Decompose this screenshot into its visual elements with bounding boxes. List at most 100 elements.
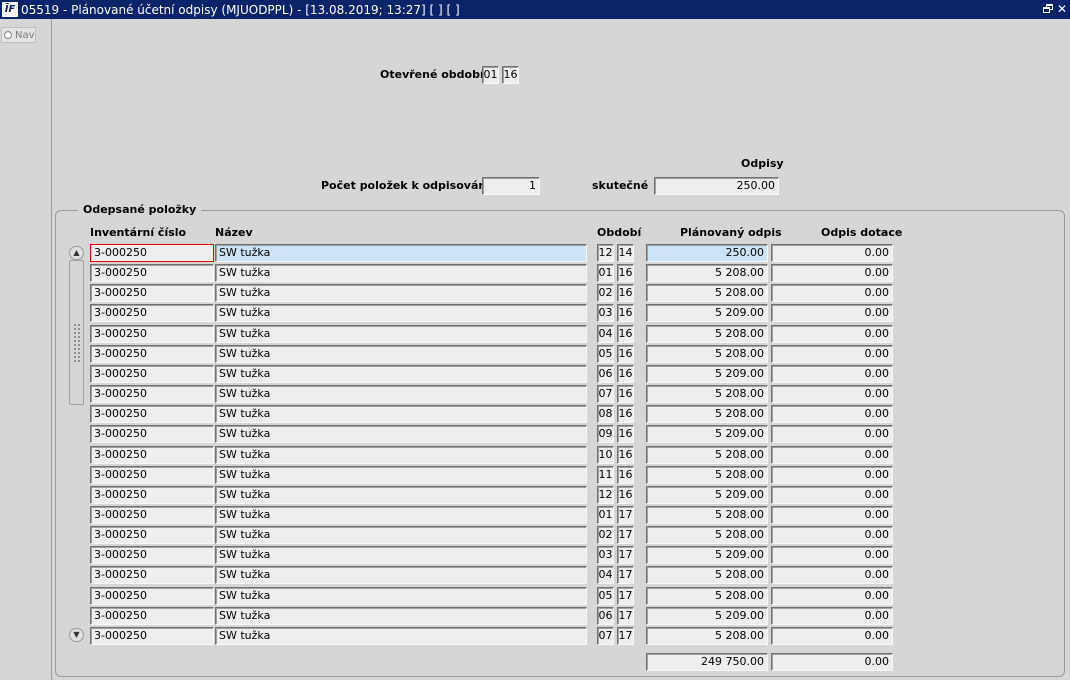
period-year-field[interactable]: 16: [617, 385, 634, 404]
item-name-field[interactable]: SW tužka: [215, 526, 587, 545]
period-month-field[interactable]: 07: [597, 626, 614, 645]
item-name-field[interactable]: SW tužka: [215, 385, 587, 404]
inventory-number-field[interactable]: 3-000250: [90, 364, 214, 383]
inventory-number-field[interactable]: 3-000250: [90, 626, 214, 645]
period-year-field[interactable]: 16: [617, 344, 634, 363]
planned-depreciation-field[interactable]: 5 208.00: [646, 324, 768, 343]
inventory-number-field[interactable]: 3-000250: [90, 304, 214, 323]
period-year-field[interactable]: 16: [617, 324, 634, 343]
subsidy-depreciation-field[interactable]: 0.00: [771, 606, 893, 625]
nav-tab[interactable]: Nav: [1, 27, 36, 43]
period-month-field[interactable]: 02: [597, 526, 614, 545]
period-year-field[interactable]: 17: [617, 546, 634, 565]
inventory-number-field[interactable]: 3-000250: [90, 606, 214, 625]
inventory-number-field[interactable]: 3-000250: [90, 385, 214, 404]
subsidy-depreciation-field[interactable]: 0.00: [771, 304, 893, 323]
subsidy-depreciation-field[interactable]: 0.00: [771, 626, 893, 645]
period-month-field[interactable]: 06: [597, 606, 614, 625]
period-month-field[interactable]: 03: [597, 304, 614, 323]
period-year-field[interactable]: 17: [617, 526, 634, 545]
inventory-number-field[interactable]: 3-000250: [90, 264, 214, 283]
inventory-number-field[interactable]: 3-000250: [90, 586, 214, 605]
item-name-field[interactable]: SW tužka: [215, 445, 587, 464]
period-month-field[interactable]: 06: [597, 364, 614, 383]
item-count-field[interactable]: 1: [482, 177, 540, 195]
subsidy-depreciation-field[interactable]: 0.00: [771, 465, 893, 484]
open-period-year-field[interactable]: 16: [502, 66, 519, 84]
restore-window-icon[interactable]: [1043, 4, 1054, 14]
inventory-number-field[interactable]: 3-000250: [90, 324, 214, 343]
subsidy-depreciation-field[interactable]: 0.00: [771, 566, 893, 585]
item-name-field[interactable]: SW tužka: [215, 324, 587, 343]
period-month-field[interactable]: 09: [597, 425, 614, 444]
period-year-field[interactable]: 16: [617, 465, 634, 484]
period-month-field[interactable]: 05: [597, 344, 614, 363]
inventory-number-field[interactable]: 3-000250: [90, 566, 214, 585]
planned-depreciation-field[interactable]: 5 209.00: [646, 606, 768, 625]
planned-depreciation-field[interactable]: 5 208.00: [646, 626, 768, 645]
period-year-field[interactable]: 16: [617, 445, 634, 464]
period-month-field[interactable]: 01: [597, 505, 614, 524]
period-year-field[interactable]: 16: [617, 304, 634, 323]
period-month-field[interactable]: 11: [597, 465, 614, 484]
subsidy-depreciation-field[interactable]: 0.00: [771, 264, 893, 283]
planned-depreciation-field[interactable]: 5 209.00: [646, 546, 768, 565]
item-name-field[interactable]: SW tužka: [215, 546, 587, 565]
period-month-field[interactable]: 12: [597, 485, 614, 504]
item-name-field[interactable]: SW tužka: [215, 244, 587, 262]
period-month-field[interactable]: 01: [597, 264, 614, 283]
subsidy-depreciation-field[interactable]: 0.00: [771, 445, 893, 464]
inventory-number-field[interactable]: 3-000250: [90, 465, 214, 484]
planned-depreciation-field[interactable]: 5 209.00: [646, 364, 768, 383]
planned-depreciation-field[interactable]: 5 209.00: [646, 304, 768, 323]
open-period-month-field[interactable]: 01: [482, 66, 499, 84]
inventory-number-field[interactable]: 3-000250: [90, 244, 214, 262]
inventory-number-field[interactable]: 3-000250: [90, 445, 214, 464]
period-year-field[interactable]: 16: [617, 425, 634, 444]
planned-depreciation-field[interactable]: 5 208.00: [646, 465, 768, 484]
subsidy-depreciation-field[interactable]: 0.00: [771, 526, 893, 545]
period-year-field[interactable]: 16: [617, 264, 634, 283]
inventory-number-field[interactable]: 3-000250: [90, 405, 214, 424]
inventory-number-field[interactable]: 3-000250: [90, 526, 214, 545]
subsidy-depreciation-field[interactable]: 0.00: [771, 385, 893, 404]
period-month-field[interactable]: 10: [597, 445, 614, 464]
period-year-field[interactable]: 17: [617, 626, 634, 645]
period-year-field[interactable]: 16: [617, 485, 634, 504]
period-year-field[interactable]: 16: [617, 364, 634, 383]
item-name-field[interactable]: SW tužka: [215, 264, 587, 283]
item-name-field[interactable]: SW tužka: [215, 284, 587, 303]
period-month-field[interactable]: 02: [597, 284, 614, 303]
item-name-field[interactable]: SW tužka: [215, 485, 587, 504]
period-month-field[interactable]: 05: [597, 586, 614, 605]
planned-depreciation-field[interactable]: 5 209.00: [646, 425, 768, 444]
subsidy-depreciation-field[interactable]: 0.00: [771, 405, 893, 424]
inventory-number-field[interactable]: 3-000250: [90, 505, 214, 524]
item-name-field[interactable]: SW tužka: [215, 364, 587, 383]
item-name-field[interactable]: SW tužka: [215, 566, 587, 585]
period-month-field[interactable]: 07: [597, 385, 614, 404]
actual-depreciation-field[interactable]: 250.00: [654, 177, 779, 195]
planned-depreciation-field[interactable]: 5 208.00: [646, 405, 768, 424]
item-name-field[interactable]: SW tužka: [215, 586, 587, 605]
subsidy-depreciation-field[interactable]: 0.00: [771, 485, 893, 504]
inventory-number-field[interactable]: 3-000250: [90, 546, 214, 565]
subsidy-depreciation-field[interactable]: 0.00: [771, 244, 893, 262]
period-month-field[interactable]: 03: [597, 546, 614, 565]
subsidy-depreciation-field[interactable]: 0.00: [771, 425, 893, 444]
item-name-field[interactable]: SW tužka: [215, 304, 587, 323]
subsidy-depreciation-field[interactable]: 0.00: [771, 344, 893, 363]
subsidy-depreciation-field[interactable]: 0.00: [771, 586, 893, 605]
planned-depreciation-field[interactable]: 5 208.00: [646, 445, 768, 464]
period-month-field[interactable]: 04: [597, 566, 614, 585]
period-year-field[interactable]: 14: [617, 244, 634, 262]
subsidy-depreciation-field[interactable]: 0.00: [771, 546, 893, 565]
inventory-number-field[interactable]: 3-000250: [90, 485, 214, 504]
planned-depreciation-field[interactable]: 5 208.00: [646, 566, 768, 585]
inventory-number-field[interactable]: 3-000250: [90, 284, 214, 303]
period-month-field[interactable]: 08: [597, 405, 614, 424]
period-year-field[interactable]: 17: [617, 586, 634, 605]
period-month-field[interactable]: 12: [597, 244, 614, 262]
planned-depreciation-field[interactable]: 5 208.00: [646, 344, 768, 363]
subsidy-depreciation-field[interactable]: 0.00: [771, 505, 893, 524]
